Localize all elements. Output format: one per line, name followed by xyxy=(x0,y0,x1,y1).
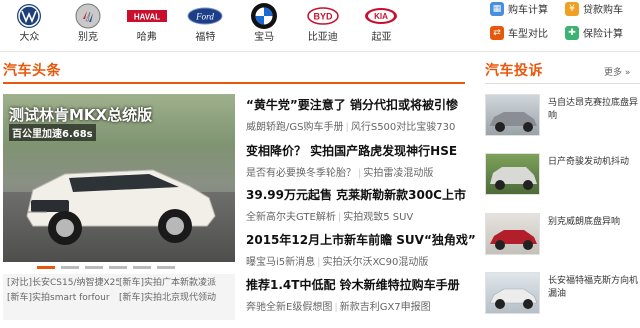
news-item: 推荐1.4T中低配 铃木新维特拉购车手册 奔驰全新E级假想图 | 新款吉利GX7申报… xyxy=(246,276,466,313)
news-sublink[interactable]: 实拍沃尔沃XC90混动版 xyxy=(323,257,429,268)
separator: | xyxy=(317,257,321,268)
mini-link[interactable]: [新车]实拍广本新款凌派 xyxy=(119,276,231,291)
news-sublink[interactable]: 实拍雷凌混动版 xyxy=(363,168,433,179)
divider xyxy=(0,51,640,52)
tool-label: 车型对比 xyxy=(508,29,548,40)
separator: | xyxy=(334,302,338,313)
insurance-link[interactable]: ✚ 保险计算 xyxy=(565,25,623,40)
compare-icon: ⇄ xyxy=(490,25,504,40)
complaint-item[interactable]: 日产奇骏发动机抖动 xyxy=(485,153,640,205)
tool-label: 贷款购车 xyxy=(583,5,623,16)
brand-name: 别克 xyxy=(78,32,99,43)
news-item: “黄牛党”要注意了 销分代扣或将被引惨 威朗轿跑/GS购车手册 | 风行S500对比… xyxy=(246,96,466,133)
calculator-icon: ▦ xyxy=(490,1,504,16)
tool-label: 购车计算 xyxy=(508,5,548,16)
car-thumbnail xyxy=(485,213,540,255)
separator: | xyxy=(345,122,349,133)
brand-kia[interactable]: KIA 起亚 xyxy=(352,0,411,50)
news-item: 39.99万元起售 克莱斯勒新款300C上市 全新高尔夫GTE解析 | 实拍观致5 … xyxy=(246,186,466,223)
brand-byd[interactable]: BYD 比亚迪 xyxy=(293,0,352,50)
car-calc-link[interactable]: ▦ 购车计算 xyxy=(490,1,548,16)
svg-text:Ford: Ford xyxy=(196,12,215,22)
complaint-text: 马自达昂克赛拉底盘异响 xyxy=(548,98,639,121)
news-sublink[interactable]: 是否有必要换冬季轮胎？ xyxy=(246,168,356,179)
slide-dot[interactable] xyxy=(85,265,103,269)
mini-link[interactable]: [对比]长安CS15/纳智捷X25 xyxy=(7,276,119,291)
separator: | xyxy=(358,168,362,179)
news-sublink[interactable]: 威朗轿跑/GS购车手册 xyxy=(246,122,343,133)
brand-bmw[interactable]: 宝马 xyxy=(235,0,294,50)
news-headline[interactable]: “黄牛党”要注意了 销分代扣或将被引惨 xyxy=(246,96,466,113)
slide-dot[interactable] xyxy=(61,265,79,269)
complaints-rule xyxy=(485,83,640,84)
ford-logo-icon: Ford xyxy=(187,2,223,30)
insurance-icon: ✚ xyxy=(565,25,579,40)
haval-logo-icon: HAVAL xyxy=(126,2,167,30)
slide-dot[interactable] xyxy=(37,265,55,269)
brand-name: 哈弗 xyxy=(136,32,157,43)
news-headline[interactable]: 39.99万元起售 克莱斯勒新款300C上市 xyxy=(246,186,466,203)
mini-link[interactable]: [新车]实拍smart forfour xyxy=(7,291,119,306)
brand-bar: 大众 别克 HAVAL 哈弗 Ford 福特 宝马 BYD 比亚迪 KIA 起亚 xyxy=(0,0,470,50)
slide-dot[interactable] xyxy=(133,265,151,269)
more-link[interactable]: 更多 » xyxy=(604,65,630,78)
complaint-item[interactable]: 别克威朗底盘异响 xyxy=(485,213,640,265)
brand-ford[interactable]: Ford 福特 xyxy=(176,0,235,50)
separator: | xyxy=(337,212,342,223)
news-sublink[interactable]: 奔驰全新E级假想图 xyxy=(246,302,332,313)
hero-subcaption: 百公里加速6.68s xyxy=(9,124,96,141)
hero-slide[interactable]: 测试林肯MKX总统版 百公里加速6.68s xyxy=(3,94,235,262)
mini-link[interactable]: [新车]实拍北京现代领动 xyxy=(119,291,231,306)
compare-link[interactable]: ⇄ 车型对比 xyxy=(490,25,548,40)
car-thumbnail xyxy=(485,153,540,195)
complaints-title: 汽车投诉 xyxy=(485,63,543,79)
news-item: 2015年12月上市新车前瞻 SUV“独角戏” 曝宝马i5新消息 | 实拍沃尔沃XC… xyxy=(246,231,476,268)
byd-logo-icon: BYD xyxy=(307,2,339,30)
brand-vw[interactable]: 大众 xyxy=(0,0,59,50)
news-sublink[interactable]: 曝宝马i5新消息 xyxy=(246,257,315,268)
brand-buick[interactable]: 别克 xyxy=(59,0,118,50)
svg-text:KIA: KIA xyxy=(375,12,389,21)
money-icon: ¥ xyxy=(565,1,579,16)
headlines-rule xyxy=(3,82,465,84)
svg-text:HAVAL: HAVAL xyxy=(134,13,160,22)
news-headline[interactable]: 推荐1.4T中低配 铃木新维特拉购车手册 xyxy=(246,276,466,293)
news-sublink[interactable]: 全新高尔夫GTE解析 xyxy=(246,212,336,223)
slide-indicators xyxy=(3,262,235,272)
news-sublink[interactable]: 实拍观致5 SUV xyxy=(343,212,413,223)
news-item: 变相降价？ 实拍国产路虎发现神行HSE 是否有必要换冬季轮胎？ | 实拍雷凌混动版 xyxy=(246,142,466,179)
loan-calc-link[interactable]: ¥ 贷款购车 xyxy=(565,1,623,16)
slide-dot[interactable] xyxy=(157,265,175,269)
car-thumbnail xyxy=(485,94,540,136)
complaint-text: 长安福特福克斯方向机漏油 xyxy=(548,276,639,299)
news-sublink[interactable]: 风行S500对比宝骏730 xyxy=(351,122,456,133)
brand-haval[interactable]: HAVAL 哈弗 xyxy=(117,0,176,50)
slide-dot[interactable] xyxy=(109,265,127,269)
brand-name: 福特 xyxy=(195,32,216,43)
headlines-title: 汽车头条 xyxy=(3,63,61,79)
mini-links: [对比]长安CS15/纳智捷X25 [新车]实拍广本新款凌派 [新车]实拍smar… xyxy=(3,274,235,320)
hero-caption: 测试林肯MKX总统版 xyxy=(9,106,153,124)
vw-logo-icon xyxy=(16,2,42,30)
brand-name: 起亚 xyxy=(371,32,392,43)
complaint-text: 别克威朗底盘异响 xyxy=(548,217,621,227)
svg-text:BYD: BYD xyxy=(313,12,333,22)
news-sublink[interactable]: 新款吉利GX7申报图 xyxy=(340,302,431,313)
brand-name: 比亚迪 xyxy=(307,32,338,43)
complaint-item[interactable]: 长安福特福克斯方向机漏油 xyxy=(485,272,640,324)
bmw-logo-icon xyxy=(250,2,278,30)
car-tools: ▦ 购车计算 ¥ 贷款购车 ⇄ 车型对比 ✚ 保险计算 xyxy=(485,0,640,46)
tool-label: 保险计算 xyxy=(583,29,623,40)
complaint-item[interactable]: 马自达昂克赛拉底盘异响 xyxy=(485,94,640,146)
complaint-text: 日产奇骏发动机抖动 xyxy=(548,157,630,167)
kia-logo-icon: KIA xyxy=(364,2,398,30)
news-headline[interactable]: 2015年12月上市新车前瞻 SUV“独角戏” xyxy=(246,231,476,248)
car-thumbnail xyxy=(485,272,540,314)
brand-name: 宝马 xyxy=(254,32,275,43)
brand-name: 大众 xyxy=(19,32,40,43)
news-headline[interactable]: 变相降价？ 实拍国产路虎发现神行HSE xyxy=(246,142,466,159)
buick-logo-icon xyxy=(75,2,101,30)
